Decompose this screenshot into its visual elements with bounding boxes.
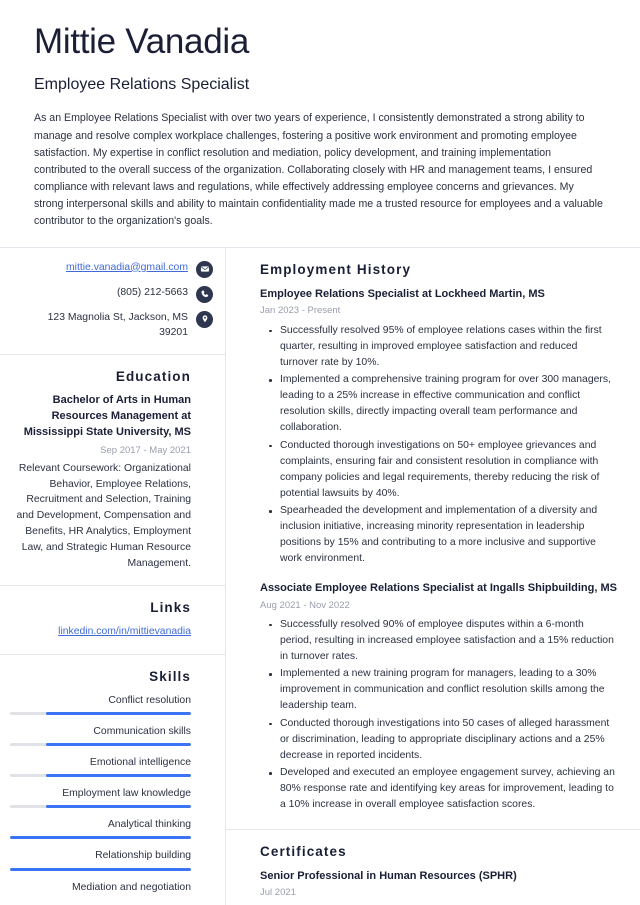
list-item: Spearheaded the development and implemen… bbox=[260, 503, 618, 568]
skill-item: Conflict resolution bbox=[10, 693, 191, 716]
linkedin-link[interactable]: linkedin.com/in/mittievanadia bbox=[58, 626, 191, 637]
skill-label: Employment law knowledge bbox=[62, 788, 191, 800]
list-item: Conducted thorough investigations on 50+… bbox=[260, 438, 618, 503]
skill-label: Communication skills bbox=[93, 726, 191, 738]
page-title: Mittie Vanadia bbox=[34, 22, 249, 61]
employment-dates: Aug 2021 - Nov 2022 bbox=[260, 599, 350, 611]
skill-track bbox=[10, 805, 191, 809]
list-item[interactable]: linkedin.com/in/mittievanadia bbox=[10, 624, 191, 640]
skill-fill bbox=[46, 805, 191, 809]
skill-track bbox=[10, 774, 191, 778]
email-link[interactable]: mittie.vanadia@gmail.com bbox=[66, 262, 188, 273]
education-dates: Sep 2017 - May 2021 bbox=[100, 444, 191, 456]
map-pin-icon bbox=[196, 310, 213, 328]
list-item: Implemented a new training program for m… bbox=[260, 666, 618, 714]
skill-item: Mediation and negotiation bbox=[10, 880, 191, 895]
employment-dates: Jan 2023 - Present bbox=[260, 305, 341, 317]
employment-entry: Employee Relations Specialist at Lockhee… bbox=[260, 287, 618, 568]
list-item: Developed and executed an employee engag… bbox=[260, 765, 618, 813]
skill-label: Relationship building bbox=[95, 850, 191, 862]
contact-row-email[interactable]: mittie.vanadia@gmail.com bbox=[10, 260, 213, 278]
list-item: Implemented a comprehensive training pro… bbox=[260, 372, 618, 437]
certificate-name: Senior Professional in Human Resources (… bbox=[260, 870, 517, 883]
employment-entry: Associate Employee Relations Specialist … bbox=[260, 581, 618, 814]
links-heading: Links bbox=[150, 600, 191, 616]
education-description: Relevant Coursework: Organizational Beha… bbox=[16, 462, 191, 569]
employment-role: Associate Employee Relations Specialist … bbox=[260, 581, 617, 594]
contact-row-address: 123 Magnolia St, Jackson, MS 39201 bbox=[10, 310, 213, 340]
resume-page: Mittie Vanadia Employee Relations Specia… bbox=[0, 0, 640, 905]
education-heading: Education bbox=[115, 368, 191, 384]
email-text: mittie.vanadia@gmail.com bbox=[66, 260, 188, 275]
employment-history-block: Employment History Employee Relations Sp… bbox=[226, 248, 640, 831]
education-block: Education Bachelor of Arts in Human Reso… bbox=[0, 355, 225, 587]
job-title: Employee Relations Specialist bbox=[34, 76, 250, 94]
skill-track bbox=[10, 743, 191, 747]
employment-bullets: Successfully resolved 90% of employee di… bbox=[260, 617, 618, 814]
contact-block: mittie.vanadia@gmail.com (805) 212-5663 bbox=[0, 248, 225, 355]
skill-label: Emotional intelligence bbox=[89, 757, 191, 769]
skill-item: Employment law knowledge bbox=[10, 786, 191, 809]
skill-fill bbox=[46, 712, 191, 716]
skill-label: Mediation and negotiation bbox=[71, 881, 191, 893]
employment-bullets: Successfully resolved 95% of employee re… bbox=[260, 323, 618, 568]
list-item: Successfully resolved 95% of employee re… bbox=[260, 323, 618, 371]
skill-fill bbox=[10, 867, 191, 871]
skill-item: Communication skills bbox=[10, 724, 191, 747]
envelope-icon bbox=[196, 260, 213, 278]
resume-header: Mittie Vanadia Employee Relations Specia… bbox=[0, 0, 640, 247]
phone-text: (805) 212-5663 bbox=[116, 286, 188, 298]
skill-track bbox=[10, 867, 191, 871]
skill-track bbox=[10, 712, 191, 716]
skill-label: Analytical thinking bbox=[107, 819, 191, 831]
sidebar: mittie.vanadia@gmail.com (805) 212-5663 bbox=[0, 247, 226, 905]
list-item: Successfully resolved 90% of employee di… bbox=[260, 617, 618, 665]
skills-block: Skills Conflict resolution Communication… bbox=[0, 655, 225, 895]
links-block: Links linkedin.com/in/mittievanadia bbox=[0, 586, 225, 656]
skill-item: Analytical thinking bbox=[10, 817, 191, 840]
certificate-date: Jul 2021 bbox=[260, 887, 296, 899]
education-degree: Bachelor of Arts in Human Resources Mana… bbox=[23, 393, 191, 438]
employment-history-heading: Employment History bbox=[260, 261, 412, 277]
skill-item: Relationship building bbox=[10, 848, 191, 871]
certificate-entry: Senior Professional in Human Resources (… bbox=[260, 869, 618, 900]
address-text: 123 Magnolia St, Jackson, MS 39201 bbox=[47, 311, 188, 338]
resume-body: mittie.vanadia@gmail.com (805) 212-5663 bbox=[0, 247, 640, 905]
skill-track bbox=[10, 836, 191, 840]
contact-row-phone[interactable]: (805) 212-5663 bbox=[10, 285, 213, 303]
skill-fill bbox=[46, 774, 191, 778]
skills-heading: Skills bbox=[149, 669, 191, 685]
list-item: Conducted thorough investigations into 5… bbox=[260, 716, 618, 764]
professional-summary: As an Employee Relations Specialist with… bbox=[34, 112, 603, 228]
skill-label: Conflict resolution bbox=[108, 695, 191, 707]
skill-item: Emotional intelligence bbox=[10, 755, 191, 778]
employment-role: Employee Relations Specialist at Lockhee… bbox=[260, 287, 545, 300]
certificates-heading: Certificates bbox=[260, 844, 347, 860]
phone-icon bbox=[196, 285, 213, 303]
certificates-block: Certificates Senior Professional in Huma… bbox=[226, 830, 640, 905]
main-content: Employment History Employee Relations Sp… bbox=[226, 248, 640, 905]
skill-fill bbox=[46, 743, 191, 747]
skill-fill bbox=[10, 836, 191, 840]
